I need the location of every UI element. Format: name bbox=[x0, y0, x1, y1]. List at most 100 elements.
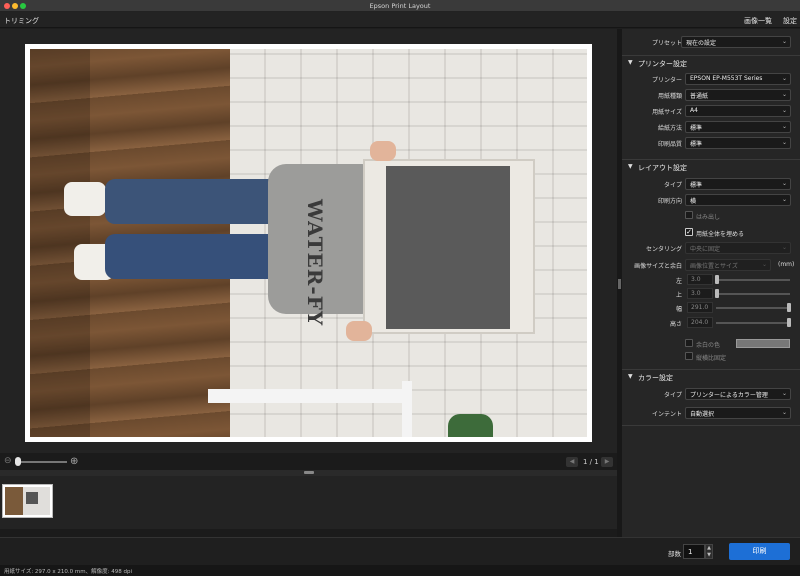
height-slider[interactable] bbox=[716, 322, 790, 324]
printer-settings-section[interactable]: ▼ プリンター設定 bbox=[622, 55, 800, 69]
printer-label: プリンター bbox=[651, 77, 682, 84]
quality-select[interactable]: 標準 ⌄ bbox=[685, 137, 791, 149]
fill-page-checkbox[interactable]: ✓ bbox=[685, 228, 693, 236]
height-row: 高さ 204.0 bbox=[622, 316, 800, 330]
feed-label: 給紙方法 bbox=[657, 125, 682, 132]
width-label: 幅 bbox=[675, 306, 682, 313]
quality-label: 印刷品質 bbox=[657, 141, 682, 148]
quality-value: 標準 bbox=[690, 141, 703, 148]
thumbnail-strip bbox=[0, 476, 617, 537]
feed-value: 標準 bbox=[690, 125, 703, 132]
top-margin-slider[interactable] bbox=[716, 293, 790, 295]
image-list-button[interactable]: 画像一覧 bbox=[744, 16, 772, 26]
image-size-value: 画像位置とサイズ bbox=[690, 263, 738, 270]
paper-size-select[interactable]: A4 ⌄ bbox=[685, 105, 791, 117]
chevron-down-icon: ⌄ bbox=[781, 390, 787, 397]
next-page-button[interactable]: ▶ bbox=[601, 457, 613, 467]
chevron-down-icon: ⌄ bbox=[781, 107, 787, 114]
top-margin-label: 上 bbox=[675, 292, 682, 299]
feed-select[interactable]: 標準 ⌄ bbox=[685, 121, 791, 133]
chevron-down-icon: ⌄ bbox=[781, 91, 787, 98]
page-indicator: 1 / 1 bbox=[583, 458, 599, 466]
color-settings-title: カラー設定 bbox=[638, 374, 673, 382]
margin-color-checkbox[interactable] bbox=[685, 339, 693, 347]
top-margin-slider-thumb[interactable] bbox=[715, 289, 719, 298]
zoom-out-icon[interactable]: ⊖ bbox=[4, 457, 13, 466]
thumbnail-scrollbar[interactable] bbox=[0, 529, 617, 537]
layout-settings-section[interactable]: ▼ レイアウト設定 bbox=[622, 159, 800, 173]
splitter-handle[interactable] bbox=[304, 471, 314, 474]
previous-page-button[interactable]: ◀ bbox=[566, 457, 578, 467]
width-input[interactable]: 291.0 bbox=[687, 302, 713, 313]
zoom-slider[interactable] bbox=[17, 461, 67, 463]
settings-button[interactable]: 設定 bbox=[783, 16, 797, 26]
chevron-down-icon: ⌄ bbox=[781, 196, 787, 203]
color-type-select[interactable]: プリンターによるカラー管理 ⌄ bbox=[685, 388, 791, 400]
layout-type-label: タイプ bbox=[663, 182, 682, 189]
window-titlebar: Epson Print Layout bbox=[0, 0, 800, 12]
margin-color-row: 余白の色 bbox=[622, 337, 800, 351]
width-slider-thumb[interactable] bbox=[787, 303, 791, 312]
aspect-checkbox[interactable] bbox=[685, 352, 693, 360]
left-margin-input[interactable]: 3.0 bbox=[687, 274, 713, 285]
fill-page-label: 用紙全体を埋める bbox=[696, 231, 745, 238]
left-margin-slider[interactable] bbox=[716, 279, 790, 281]
margin-color-swatch[interactable] bbox=[736, 339, 790, 348]
shoe-top bbox=[64, 182, 106, 216]
intent-select[interactable]: 自動選択 ⌄ bbox=[685, 407, 791, 419]
trimming-button[interactable]: トリミング bbox=[4, 16, 39, 26]
stepper-up-icon[interactable]: ▲ bbox=[707, 545, 711, 551]
paper-type-row: 用紙種類 普通紙 ⌄ bbox=[622, 88, 800, 102]
centering-value: 中央に固定 bbox=[690, 246, 721, 253]
left-margin-row: 左 3.0 bbox=[622, 273, 800, 287]
photo-image[interactable]: WATER-FY bbox=[30, 49, 587, 437]
intent-label: インテント bbox=[651, 411, 682, 418]
paper-size-row: 用紙サイズ A4 ⌄ bbox=[622, 104, 800, 118]
window-title: Epson Print Layout bbox=[369, 2, 431, 10]
vertical-splitter-handle[interactable] bbox=[618, 279, 621, 289]
orientation-select[interactable]: 横 ⌄ bbox=[685, 194, 791, 206]
height-input[interactable]: 204.0 bbox=[687, 317, 713, 328]
orientation-row: 印刷方向 横 ⌄ bbox=[622, 193, 800, 207]
settings-panel: プリセット 現在の設定 ⌄ ▼ プリンター設定 プリンター EPSON EP-M… bbox=[622, 29, 800, 537]
height-slider-thumb[interactable] bbox=[787, 318, 791, 327]
zoom-slider-thumb[interactable] bbox=[15, 457, 21, 466]
floor-shadow bbox=[30, 49, 90, 437]
borderless-row: はみ出し bbox=[622, 209, 800, 223]
aspect-label: 縦横比固定 bbox=[696, 355, 727, 362]
color-settings-section[interactable]: ▼ カラー設定 bbox=[622, 369, 800, 383]
paper-sheet: WATER-FY bbox=[25, 44, 592, 442]
height-label: 高さ bbox=[669, 321, 682, 328]
preset-select[interactable]: 現在の設定 ⌄ bbox=[681, 36, 791, 48]
status-text: 用紙サイズ: 297.0 x 210.0 mm、解像度: 498 dpi bbox=[4, 569, 133, 575]
width-slider[interactable] bbox=[716, 307, 790, 309]
layout-type-select[interactable]: 標準 ⌄ bbox=[685, 178, 791, 190]
color-type-label: タイプ bbox=[663, 392, 682, 399]
paper-type-select[interactable]: 普通紙 ⌄ bbox=[685, 89, 791, 101]
chair-rail bbox=[208, 389, 408, 403]
print-button[interactable]: 印刷 bbox=[729, 543, 790, 560]
top-margin-input[interactable]: 3.0 bbox=[687, 288, 713, 299]
printer-value: EPSON EP-M553T Series bbox=[690, 75, 763, 82]
print-footer: 部数 1 ▲ ▼ 印刷 bbox=[0, 537, 800, 565]
centering-row: センタリング 中央に固定 ⌄ bbox=[622, 241, 800, 255]
borderless-checkbox[interactable] bbox=[685, 211, 693, 219]
copies-stepper[interactable]: ▲ ▼ bbox=[705, 544, 713, 559]
centering-select[interactable]: 中央に固定 ⌄ bbox=[685, 242, 791, 254]
jeans-leg-top bbox=[105, 179, 280, 224]
copies-input[interactable]: 1 bbox=[683, 544, 705, 559]
layout-type-row: タイプ 標準 ⌄ bbox=[622, 177, 800, 191]
image-size-select[interactable]: 画像位置とサイズ ⌄ bbox=[685, 259, 771, 271]
held-card-panel bbox=[386, 166, 510, 329]
thumbnail-card bbox=[26, 492, 38, 504]
disclosure-triangle-icon: ▼ bbox=[628, 59, 633, 66]
printer-select[interactable]: EPSON EP-M553T Series ⌄ bbox=[685, 73, 791, 85]
left-margin-slider-thumb[interactable] bbox=[715, 275, 719, 284]
print-preview-area: WATER-FY bbox=[0, 29, 617, 453]
chevron-down-icon: ⌄ bbox=[781, 38, 787, 45]
zoom-in-icon[interactable]: ⊕ bbox=[70, 457, 80, 467]
stepper-down-icon[interactable]: ▼ bbox=[707, 552, 711, 558]
thumbnail-image[interactable] bbox=[2, 484, 53, 518]
status-bar: 用紙サイズ: 297.0 x 210.0 mm、解像度: 498 dpi bbox=[0, 565, 800, 576]
paper-type-value: 普通紙 bbox=[690, 93, 709, 100]
